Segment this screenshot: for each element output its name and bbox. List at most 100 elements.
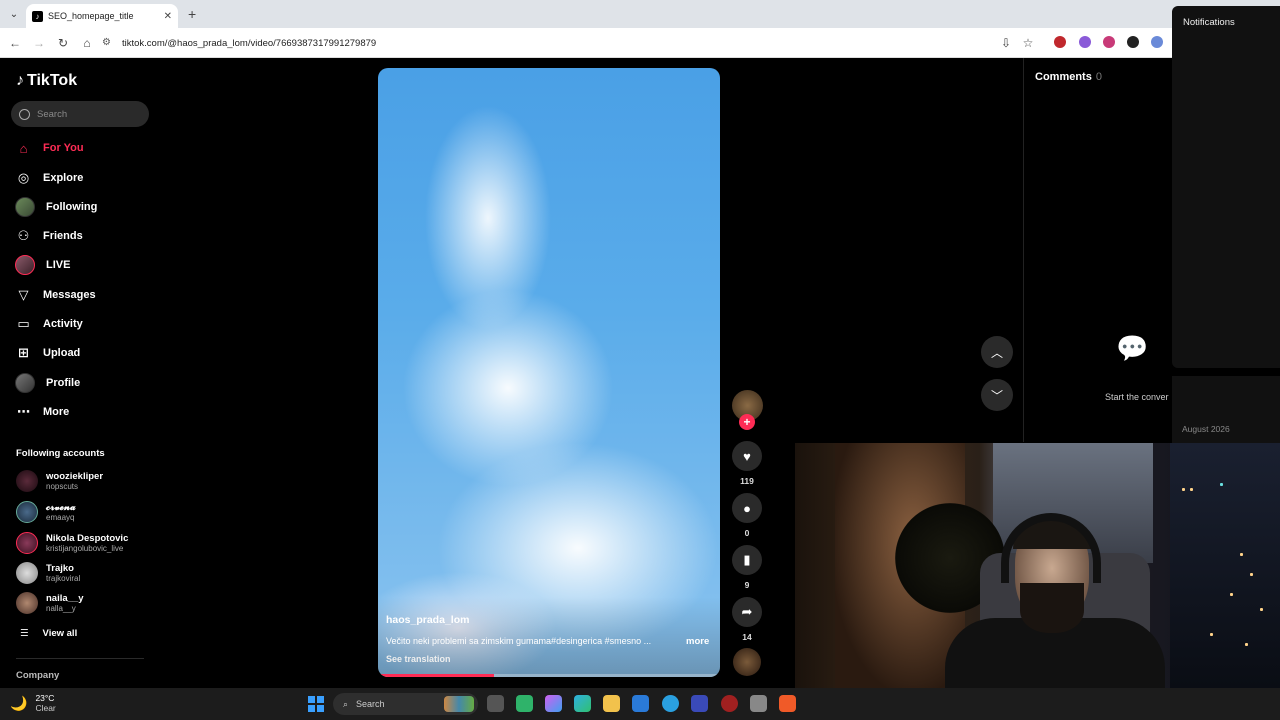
new-tab-button[interactable]: + bbox=[188, 6, 196, 22]
taskbar: 🌙 23°C Clear ⌕ Search bbox=[0, 688, 1280, 720]
account-handle: kristijangolubovic_live bbox=[46, 544, 124, 553]
weather-widget[interactable]: 🌙 23°C Clear bbox=[10, 693, 56, 713]
tab-search-icon[interactable]: ⌄ bbox=[6, 6, 22, 22]
app-icon[interactable] bbox=[750, 695, 767, 712]
notifications-title: Notifications bbox=[1183, 17, 1235, 28]
save-button[interactable]: ▮ bbox=[732, 545, 762, 575]
extension-icon[interactable] bbox=[1079, 36, 1091, 48]
music-disc-icon[interactable] bbox=[733, 648, 761, 676]
nav-profile[interactable]: Profile bbox=[15, 373, 80, 393]
extension-icon[interactable] bbox=[1103, 36, 1115, 48]
app-icon[interactable] bbox=[516, 695, 533, 712]
reload-icon[interactable]: ↻ bbox=[55, 35, 71, 51]
chevron-down-icon: ﹀ bbox=[990, 388, 1003, 403]
browser-tab[interactable]: ♪ SEO_homepage_title ✕ bbox=[26, 4, 178, 28]
nav-following[interactable]: Following bbox=[15, 197, 97, 217]
save-count: 9 bbox=[744, 580, 750, 590]
avatar bbox=[16, 470, 38, 492]
calendar-month: August 2026 bbox=[1182, 424, 1230, 434]
weather-condition: Clear bbox=[35, 703, 56, 713]
share-count: 14 bbox=[742, 632, 752, 642]
nav-upload[interactable]: ⊞ Upload bbox=[15, 343, 80, 363]
nav-activity[interactable]: ▭ Activity bbox=[15, 314, 83, 334]
avatar bbox=[16, 532, 38, 554]
taskbar-search[interactable]: ⌕ Search bbox=[333, 693, 478, 715]
video-progress-bar[interactable] bbox=[378, 674, 720, 677]
bookmark-star-icon[interactable]: ☆ bbox=[1020, 35, 1036, 51]
following-account[interactable]: 𝓬𝓻𝓿𝓮𝓷𝓪 emaayq bbox=[16, 499, 76, 525]
view-all-button[interactable]: ☰ View all bbox=[20, 628, 77, 639]
nav-explore[interactable]: ◎ Explore bbox=[15, 168, 84, 188]
following-account[interactable]: Trajko trajkoviral bbox=[16, 560, 80, 586]
previous-video-button[interactable]: ︿ bbox=[981, 336, 1013, 368]
empty-comments-text: Start the conver bbox=[1105, 392, 1169, 402]
webcam-person-beard bbox=[1020, 583, 1084, 633]
following-account[interactable]: wooziekliper nopscuts bbox=[16, 468, 103, 494]
chevron-up-icon: ︿ bbox=[990, 345, 1003, 360]
extension-icon[interactable] bbox=[1151, 36, 1163, 48]
edge-icon[interactable] bbox=[574, 695, 591, 712]
comment-button[interactable]: ● bbox=[732, 493, 762, 523]
share-button[interactable]: ➦ bbox=[732, 597, 762, 627]
forward-icon[interactable]: → bbox=[31, 35, 47, 51]
next-video-button[interactable]: ﹀ bbox=[981, 379, 1013, 411]
video-player[interactable]: haos_prada_lom Večito neki problemi sa z… bbox=[378, 68, 720, 677]
account-name: Trajko bbox=[46, 563, 74, 574]
tab-bar: ⌄ ♪ SEO_homepage_title ✕ + bbox=[0, 0, 1280, 28]
back-icon[interactable]: ← bbox=[7, 35, 23, 51]
notifications-panel: Notifications bbox=[1172, 6, 1280, 368]
address-bar: ← → ↻ ⌂ ⚙ tiktok.com/@haos_prada_lom/vid… bbox=[0, 28, 1280, 58]
like-button[interactable]: ♥ bbox=[732, 441, 762, 471]
close-tab-icon[interactable]: ✕ bbox=[164, 11, 172, 22]
ellipsis-icon: ⋯ bbox=[17, 404, 30, 419]
url-field[interactable]: ⚙ tiktok.com/@haos_prada_lom/video/76693… bbox=[102, 32, 1040, 54]
extension-icon[interactable] bbox=[1127, 36, 1139, 48]
following-account[interactable]: naila__y nalla__y bbox=[16, 590, 84, 616]
search-placeholder: Search bbox=[37, 108, 68, 120]
company-link[interactable]: Company bbox=[16, 670, 59, 681]
task-view-icon[interactable] bbox=[487, 695, 504, 712]
comments-panel: Comments 0 💬 Start the conver bbox=[1023, 58, 1172, 442]
account-name: 𝓬𝓻𝓿𝓮𝓷𝓪 bbox=[46, 502, 76, 513]
install-icon[interactable]: ⇩ bbox=[998, 35, 1014, 51]
app-icon[interactable] bbox=[721, 695, 738, 712]
search-input[interactable]: Search bbox=[11, 101, 149, 127]
site-info-icon[interactable]: ⚙ bbox=[102, 37, 114, 49]
more-button[interactable]: more bbox=[686, 636, 709, 647]
extension-icon[interactable] bbox=[1054, 36, 1066, 48]
account-name: Nikola Despotovic bbox=[46, 533, 129, 544]
windows-start-icon[interactable] bbox=[308, 696, 324, 712]
file-explorer-icon[interactable] bbox=[603, 695, 620, 712]
nav-label: LIVE bbox=[46, 259, 71, 271]
url-text: tiktok.com/@haos_prada_lom/video/7669387… bbox=[122, 37, 377, 49]
comment-icon: ● bbox=[743, 500, 751, 516]
account-handle: emaayq bbox=[46, 513, 75, 522]
tiktok-favicon-icon: ♪ bbox=[32, 10, 43, 22]
follow-plus-icon[interactable]: + bbox=[739, 414, 755, 430]
app-icon[interactable] bbox=[691, 695, 708, 712]
nav-friends[interactable]: ⚇ Friends bbox=[15, 226, 83, 246]
send-icon: ▽ bbox=[18, 287, 29, 302]
outlook-icon[interactable] bbox=[632, 695, 649, 712]
following-account[interactable]: Nikola Despotovic kristijangolubovic_live bbox=[16, 530, 128, 556]
share-icon: ➦ bbox=[741, 604, 753, 619]
avatar bbox=[15, 373, 35, 393]
nav-messages[interactable]: ▽ Messages bbox=[15, 285, 96, 305]
compass-icon: ◎ bbox=[17, 170, 30, 185]
nav-label: Activity bbox=[43, 318, 83, 330]
moon-icon: 🌙 bbox=[10, 694, 28, 711]
home-icon[interactable]: ⌂ bbox=[79, 35, 95, 51]
nav-live[interactable]: LIVE bbox=[15, 255, 70, 275]
tiktok-logo[interactable]: ♪ TikTok bbox=[16, 72, 77, 90]
following-accounts-title: Following accounts bbox=[16, 448, 105, 459]
telegram-icon[interactable] bbox=[662, 695, 679, 712]
list-icon: ☰ bbox=[20, 628, 29, 639]
search-icon bbox=[19, 108, 30, 120]
brave-icon[interactable] bbox=[779, 695, 796, 712]
copilot-icon[interactable] bbox=[545, 695, 562, 712]
see-translation-button[interactable]: See translation bbox=[386, 654, 451, 664]
comment-count: 0 bbox=[744, 528, 750, 538]
nav-more[interactable]: ⋯ More bbox=[15, 402, 69, 422]
nav-for-you[interactable]: ⌂ For You bbox=[15, 138, 84, 158]
video-author[interactable]: haos_prada_lom bbox=[386, 614, 469, 626]
